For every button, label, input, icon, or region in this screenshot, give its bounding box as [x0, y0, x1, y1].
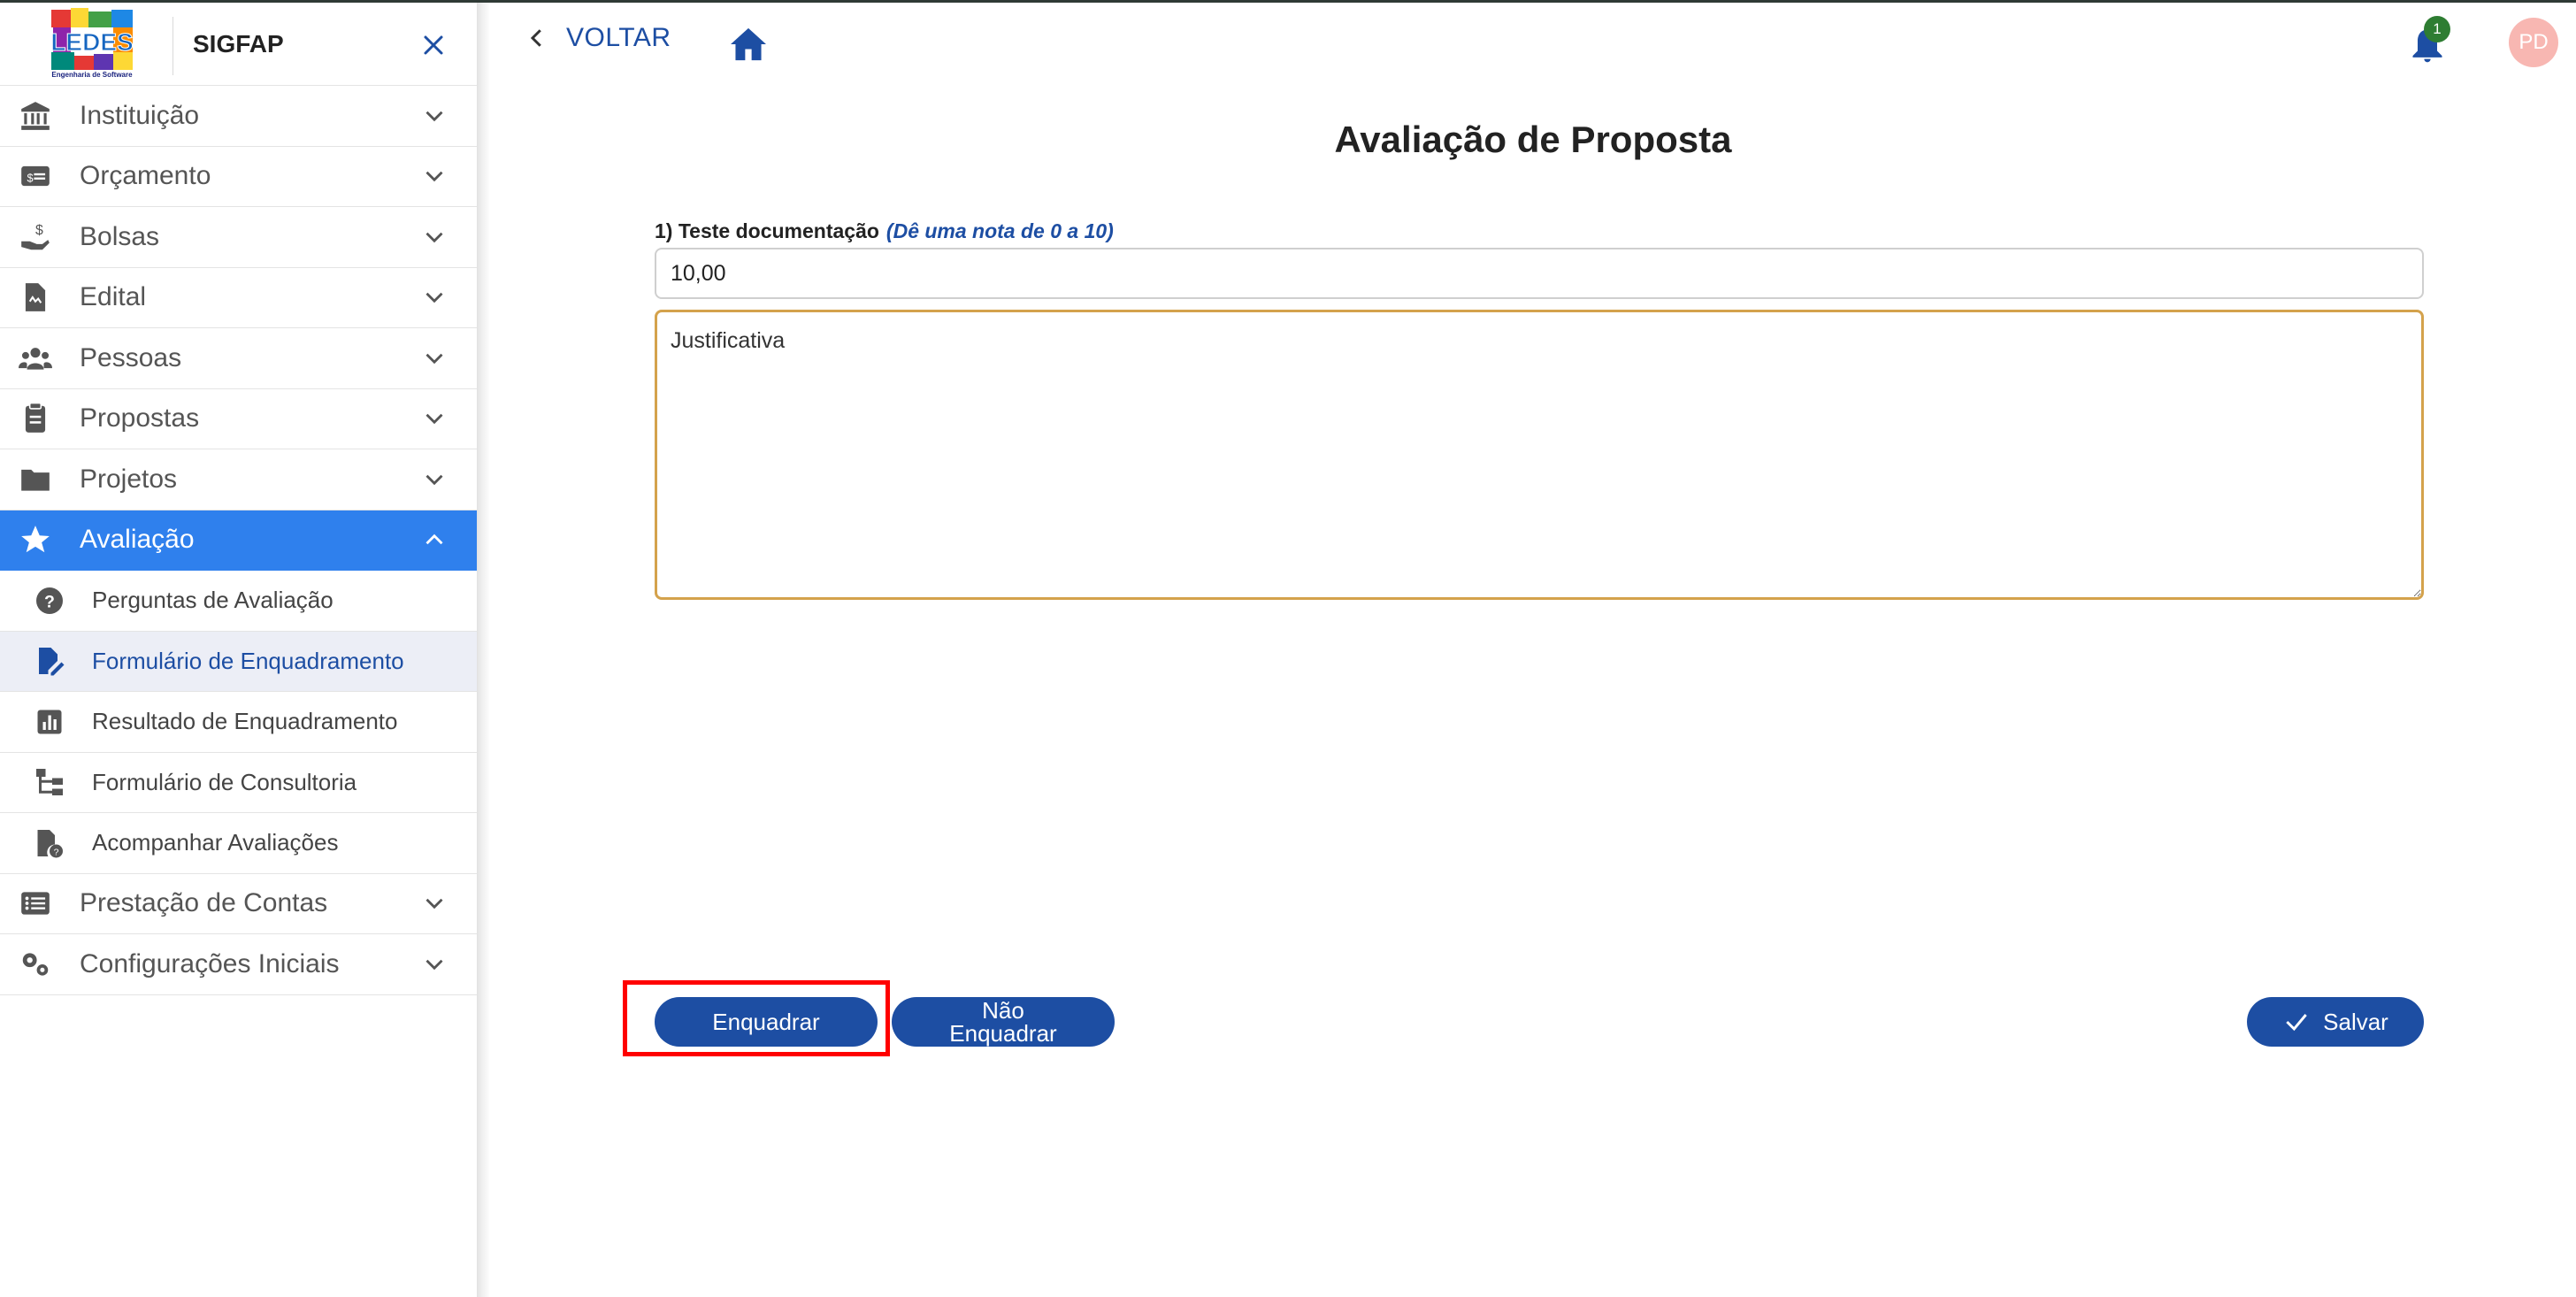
sidebar-subitem-resultado-enquadramento[interactable]: Resultado de Enquadramento [0, 692, 477, 753]
money-icon: $ [18, 158, 53, 194]
svg-text:LEDES: LEDES [50, 28, 133, 56]
app-title: SIGFAP [193, 30, 284, 58]
chevron-down-icon [426, 232, 443, 243]
sidebar-item-label: Bolsas [80, 221, 160, 251]
sidebar-subitem-formulario-consultoria[interactable]: Formulário de Consultoria [0, 753, 477, 813]
sidebar-item-label: Configurações Iniciais [80, 948, 340, 979]
question-label: 1) Teste documentação (Dê uma nota de 0 a… [655, 219, 1114, 243]
folder-icon [18, 462, 53, 497]
tree-icon [32, 764, 67, 800]
sidebar-item-label: Projetos [80, 464, 178, 494]
sidebar-item-label: Prestação de Contas [80, 888, 328, 918]
chevron-down-icon [426, 474, 443, 486]
ledes-logo: LEDES Engenharia de Software [50, 8, 134, 79]
sidebar-item-projetos[interactable]: Projetos [0, 449, 477, 510]
svg-text:Engenharia de Software: Engenharia de Software [51, 71, 133, 79]
sidebar-item-bolsas[interactable]: $ Bolsas [0, 207, 477, 268]
people-icon [18, 341, 53, 376]
check-icon [2286, 1014, 2307, 1032]
enquadrar-button[interactable]: Enquadrar [655, 997, 878, 1047]
gears-icon [18, 947, 53, 982]
sidebar-subitem-label: Acompanhar Avaliações [92, 829, 339, 856]
nao-enquadrar-button[interactable]: Não Enquadrar [892, 997, 1115, 1047]
sidebar-item-pessoas[interactable]: Pessoas [0, 328, 477, 389]
chevron-down-icon [426, 292, 443, 303]
bar-chart-icon [32, 704, 67, 740]
header-divider [172, 17, 173, 75]
sidebar-item-configuracoes-iniciais[interactable]: Configurações Iniciais [0, 934, 477, 995]
sidebar-subitem-label: Resultado de Enquadramento [92, 708, 398, 735]
question-hint: (Dê uma nota de 0 a 10) [886, 219, 1114, 242]
page-title: Avaliação de Proposta [1334, 119, 1732, 160]
svg-text:?: ? [54, 847, 59, 857]
sidebar-item-label: Orçamento [80, 161, 211, 191]
sidebar-item-edital[interactable]: Edital [0, 268, 477, 328]
justification-textarea[interactable] [655, 310, 2424, 600]
chevron-down-icon [426, 171, 443, 182]
sidebar-item-label: Avaliação [80, 525, 195, 555]
clipboard-icon [18, 401, 53, 436]
home-icon[interactable] [729, 27, 768, 62]
sidebar-header: LEDES Engenharia de Software SIGFAP [0, 3, 477, 86]
salvar-label: Salvar [2323, 1009, 2388, 1035]
svg-text:?: ? [44, 592, 55, 611]
sidebar-subitem-label: Perguntas de Avaliação [92, 587, 334, 614]
sidebar-subitem-label: Formulário de Enquadramento [92, 647, 404, 674]
sidebar-item-instituicao[interactable]: Instituição [0, 86, 477, 147]
sidebar-subitem-perguntas[interactable]: ? Perguntas de Avaliação [0, 571, 477, 632]
chevron-down-icon [426, 898, 443, 909]
question-circle-icon: ? [32, 583, 67, 618]
score-input[interactable] [655, 248, 2424, 299]
list-icon [18, 886, 53, 921]
sidebar-item-propostas[interactable]: Propostas [0, 389, 477, 449]
star-icon [18, 522, 53, 557]
sidebar-item-avaliacao[interactable]: Avaliação [0, 510, 477, 571]
chevron-down-icon [426, 413, 443, 425]
svg-text:$: $ [35, 223, 43, 238]
chevron-left-icon [530, 29, 541, 47]
salvar-button[interactable]: Salvar [2247, 997, 2424, 1047]
sidebar-item-label: Propostas [80, 403, 200, 434]
back-label: VOLTAR [566, 23, 671, 52]
edit-document-icon [32, 643, 67, 679]
chevron-down-icon [426, 111, 443, 122]
sidebar: LEDES Engenharia de Software SIGFAP Inst… [0, 3, 478, 1297]
sidebar-item-label: Edital [80, 282, 147, 312]
question-text: 1) Teste documentação [655, 219, 879, 242]
chevron-down-icon [426, 353, 443, 365]
document-icon [18, 280, 53, 315]
bank-icon [18, 98, 53, 134]
sidebar-item-label: Pessoas [80, 342, 182, 372]
sidebar-item-label: Instituição [80, 100, 200, 130]
chevron-up-icon [426, 533, 443, 545]
sidebar-shadow [478, 3, 490, 1297]
sidebar-item-prestacao-contas[interactable]: Prestação de Contas [0, 874, 477, 934]
document-clock-icon: ? [32, 825, 67, 861]
notification-badge: 1 [2424, 16, 2450, 42]
close-icon[interactable] [418, 29, 449, 61]
sidebar-subitem-label: Formulário de Consultoria [92, 768, 357, 795]
sidebar-item-orcamento[interactable]: $ Orçamento [0, 147, 477, 207]
svg-text:$: $ [27, 173, 34, 185]
back-button[interactable]: VOLTAR [524, 23, 671, 53]
sidebar-subitem-acompanhar-avaliacoes[interactable]: ? Acompanhar Avaliações [0, 813, 477, 874]
avatar[interactable]: PD [2509, 18, 2558, 67]
sidebar-subitem-formulario-enquadramento[interactable]: Formulário de Enquadramento [0, 631, 477, 692]
hand-coin-icon: $ [18, 219, 53, 255]
chevron-down-icon [426, 959, 443, 971]
